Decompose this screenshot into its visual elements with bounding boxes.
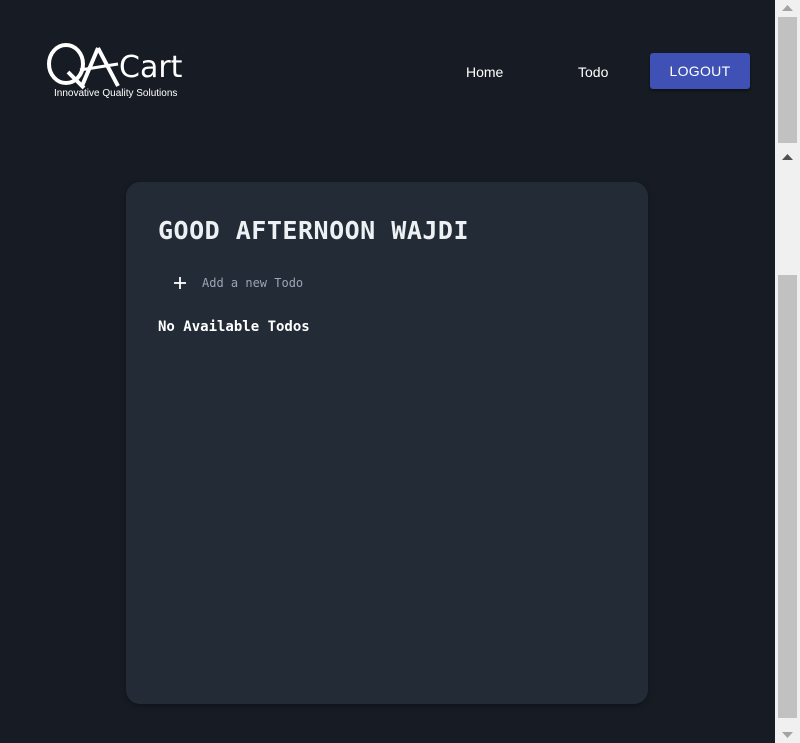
qa-logo-icon	[47, 43, 120, 90]
nav-home-link[interactable]: Home	[466, 63, 503, 81]
todo-card: GOOD AFTERNOON WAJDI Add a new Todo No A…	[126, 182, 648, 704]
nav-todo-link[interactable]: Todo	[578, 63, 608, 81]
scrollbar-thumb[interactable]	[778, 17, 797, 143]
triangle-up-icon[interactable]	[775, 0, 800, 17]
greeting-title: GOOD AFTERNOON WAJDI	[158, 216, 470, 245]
logo-tagline: Innovative Quality Solutions	[54, 88, 178, 99]
page: Cart Innovative Quality Solutions Home T…	[0, 0, 775, 743]
triangle-down-icon[interactable]	[775, 726, 800, 743]
logo-text: Cart	[119, 50, 183, 85]
vertical-scrollbar[interactable]	[775, 0, 800, 743]
triangle-up-icon[interactable]	[775, 148, 800, 165]
add-todo-label: Add a new Todo	[202, 276, 304, 290]
scrollbar-track-lower[interactable]	[778, 275, 797, 718]
logout-button[interactable]: LOGOUT	[650, 53, 750, 89]
plus-icon	[174, 277, 186, 289]
logo[interactable]: Cart Innovative Quality Solutions	[46, 40, 206, 102]
add-todo-button[interactable]: Add a new Todo	[170, 272, 303, 294]
empty-todos-message: No Available Todos	[158, 319, 310, 335]
